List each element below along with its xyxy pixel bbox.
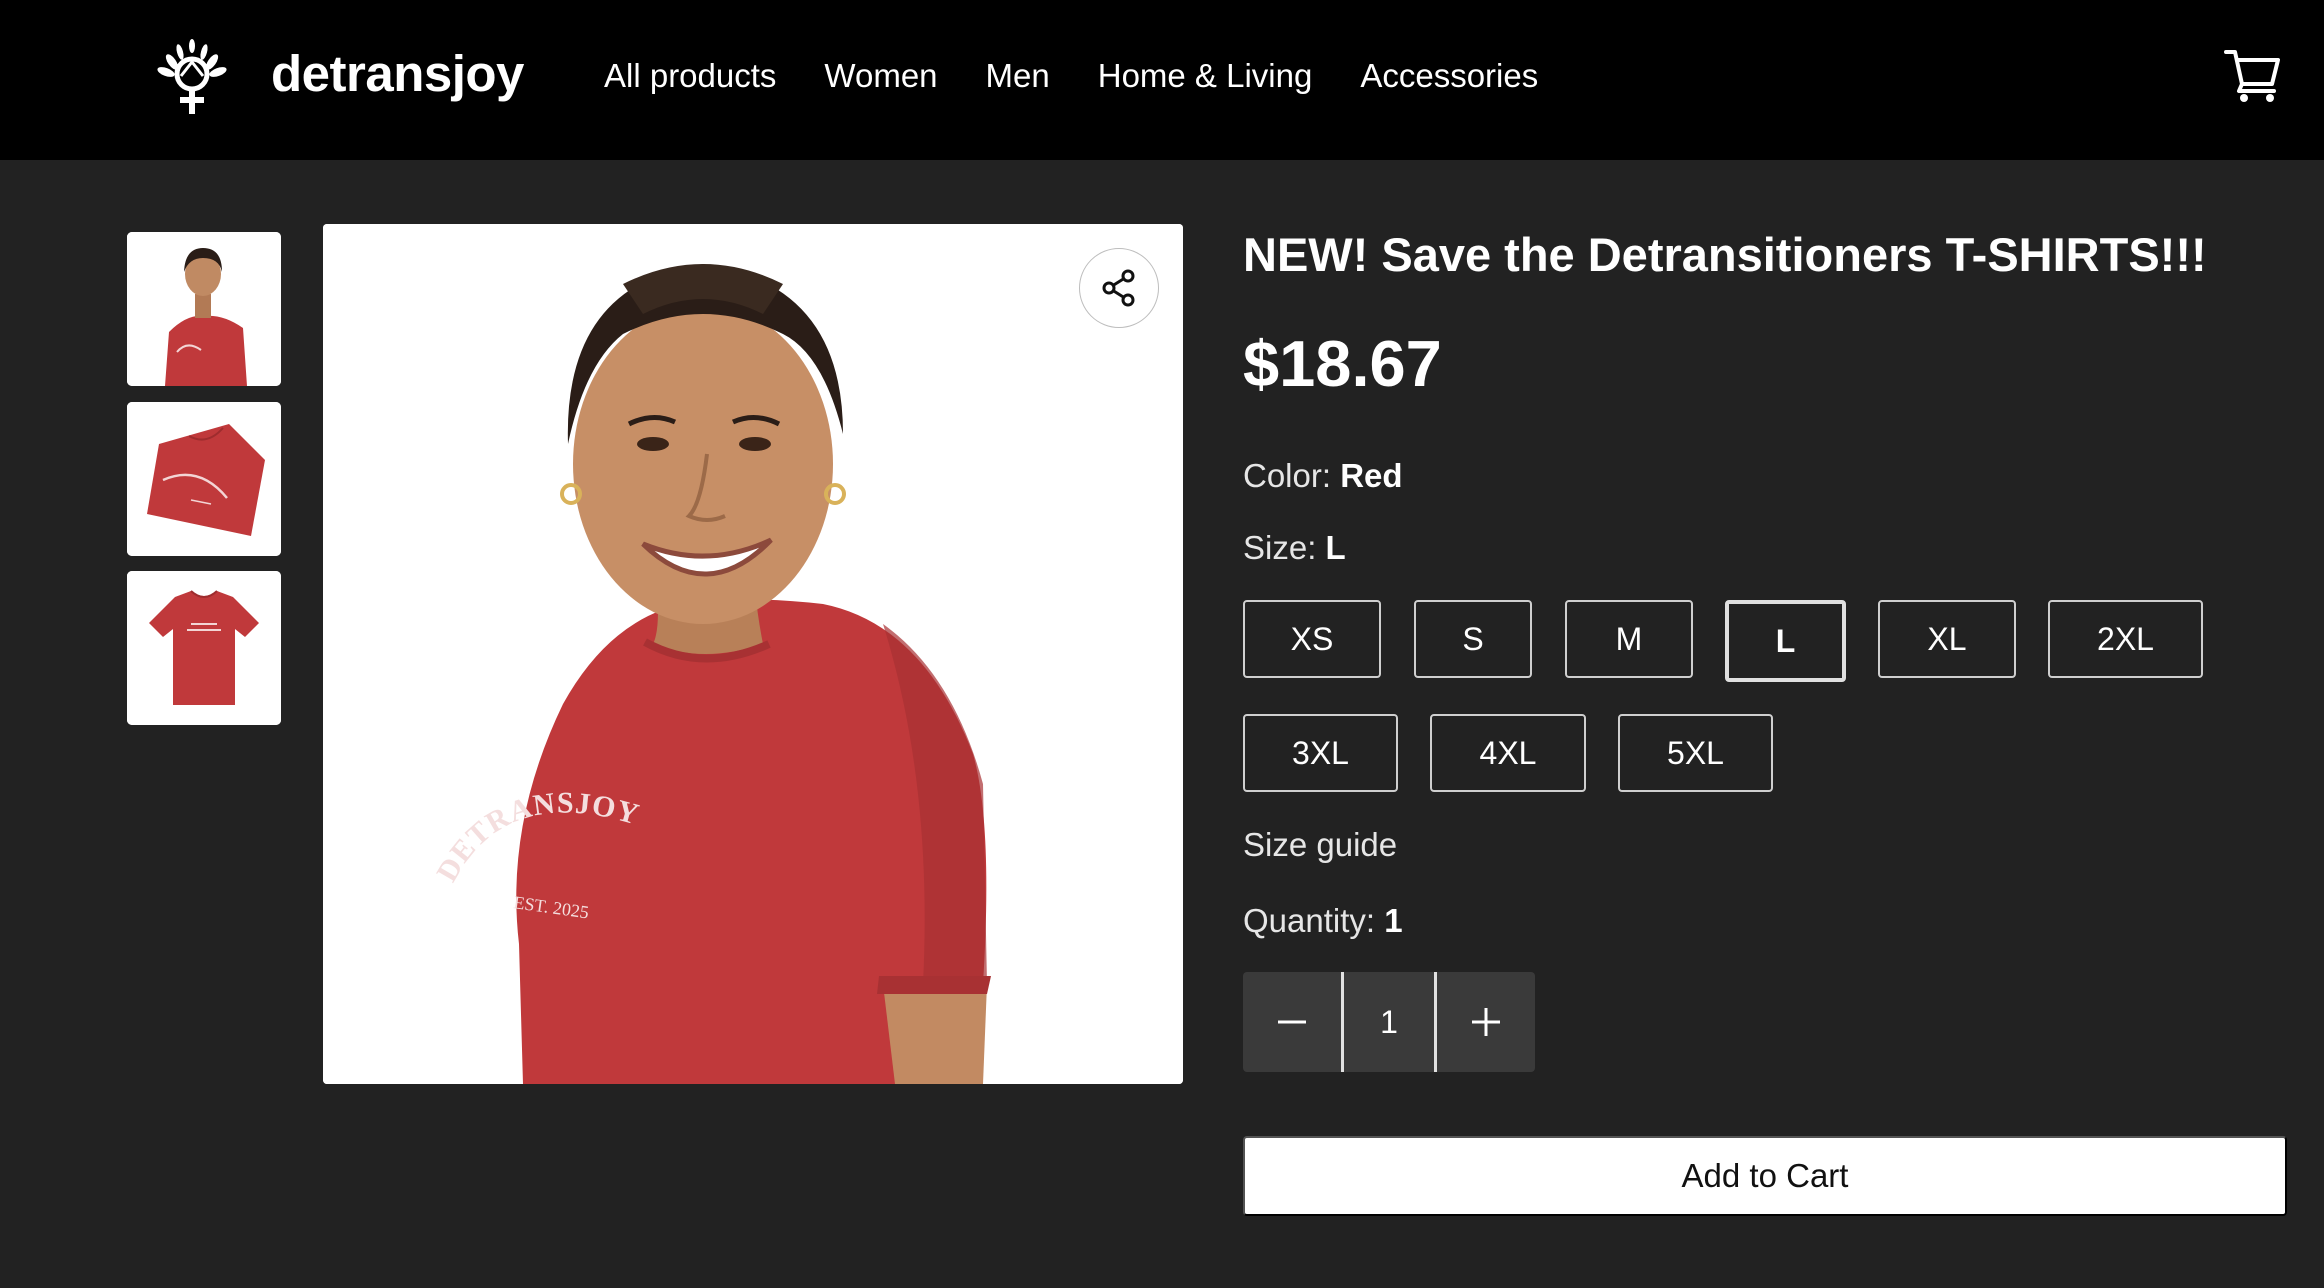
product-title: NEW! Save the Detransitioners T-SHIRTS!!…: [1243, 228, 2207, 281]
quantity-increase-button[interactable]: [1437, 972, 1535, 1072]
color-label: Color: Red: [1243, 456, 1403, 496]
size-label-text: Size:: [1243, 529, 1317, 566]
size-label: Size: L: [1243, 528, 1346, 568]
size-option-s[interactable]: S: [1414, 600, 1532, 678]
site-header: detransjoy All products Women Men Home &…: [0, 0, 2324, 160]
share-icon: [1102, 269, 1135, 307]
quantity-label: Quantity: 1: [1243, 901, 1403, 941]
brand-name[interactable]: detransjoy: [271, 44, 524, 104]
size-option-4xl[interactable]: 4XL: [1430, 714, 1586, 792]
thumbnail-folded-shirt[interactable]: [127, 402, 281, 556]
quantity-stepper: 1: [1243, 972, 1535, 1072]
quantity-label-text: Quantity:: [1243, 902, 1376, 939]
share-button[interactable]: [1079, 248, 1159, 328]
size-option-2xl[interactable]: 2XL: [2048, 600, 2203, 678]
size-option-5xl[interactable]: 5XL: [1618, 714, 1773, 792]
quantity-divider: [1434, 972, 1437, 1072]
quantity-decrease-button[interactable]: [1243, 972, 1341, 1072]
product-price: $18.67: [1243, 327, 1442, 400]
nav-item-home-living[interactable]: Home & Living: [1098, 54, 1313, 98]
thumbnail-model-front[interactable]: [127, 232, 281, 386]
quantity-input[interactable]: 1: [1344, 972, 1434, 1072]
size-option-3xl[interactable]: 3XL: [1243, 714, 1398, 792]
size-option-xl[interactable]: XL: [1878, 600, 2016, 678]
minus-icon: [1278, 1020, 1306, 1024]
size-guide-link[interactable]: Size guide: [1243, 825, 1397, 865]
main-product-image[interactable]: DETRANSJOY.ORG EST. 2025: [323, 224, 1183, 1084]
nav-item-women[interactable]: Women: [824, 54, 937, 98]
size-value: L: [1325, 529, 1346, 566]
main-nav: All products Women Men Home & Living Acc…: [604, 54, 1538, 98]
quantity-value: 1: [1384, 902, 1403, 939]
venus-wreath-icon[interactable]: [152, 36, 232, 116]
nav-item-accessories[interactable]: Accessories: [1360, 54, 1538, 98]
quantity-divider: [1341, 972, 1344, 1072]
cart-icon[interactable]: [2222, 44, 2282, 104]
size-option-l[interactable]: L: [1725, 600, 1846, 682]
size-option-xs[interactable]: XS: [1243, 600, 1381, 678]
nav-item-men[interactable]: Men: [986, 54, 1050, 98]
plus-icon: [1472, 1008, 1500, 1036]
size-option-m[interactable]: M: [1565, 600, 1693, 678]
nav-item-all-products[interactable]: All products: [604, 54, 776, 98]
color-label-text: Color:: [1243, 457, 1332, 494]
color-value: Red: [1340, 457, 1403, 494]
thumbnail-flat-shirt[interactable]: [127, 571, 281, 725]
add-to-cart-button[interactable]: Add to Cart: [1243, 1136, 2287, 1216]
